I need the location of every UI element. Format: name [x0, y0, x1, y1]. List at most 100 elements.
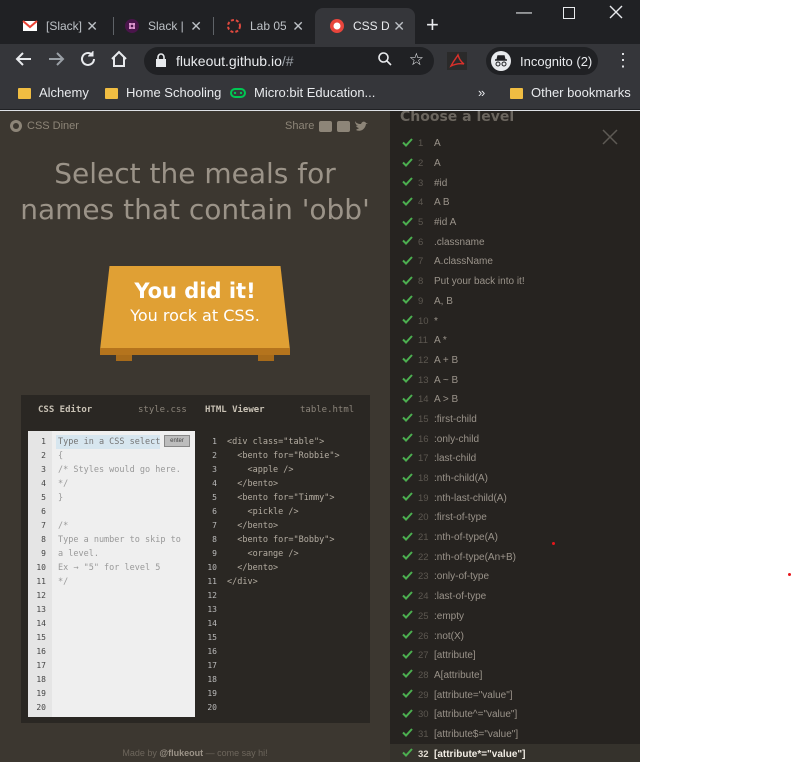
- line-number: 6: [212, 507, 217, 516]
- incognito-profile-button[interactable]: Incognito (2): [486, 47, 598, 75]
- html-code-line[interactable]: <bento for="Bobby">: [223, 533, 368, 547]
- level-item-21[interactable]: 21:nth-of-type(A): [390, 528, 640, 548]
- bookmark-home-schooling[interactable]: Home Schooling: [105, 85, 221, 100]
- html-code-line[interactable]: </bento>: [223, 477, 368, 491]
- checkmark-icon: [402, 650, 414, 662]
- html-code-line[interactable]: <orange />: [223, 547, 368, 561]
- email-icon[interactable]: [319, 120, 333, 132]
- line-number: 7: [41, 521, 46, 530]
- level-item-31[interactable]: 31 [attribute$="value"]: [390, 725, 640, 745]
- level-item-16[interactable]: 16:only-child: [390, 429, 640, 449]
- bookmark-alchemy[interactable]: Alchemy: [18, 85, 89, 100]
- close-icon[interactable]: ✕: [393, 18, 405, 35]
- level-item-7[interactable]: 7 A.className: [390, 252, 640, 272]
- close-icon[interactable]: ✕: [190, 18, 202, 35]
- menu-kebab-icon[interactable]: ⋮: [614, 50, 632, 71]
- level-item-6[interactable]: 6 .classname: [390, 232, 640, 252]
- table-leg: [116, 355, 132, 361]
- line-number: 12: [36, 591, 46, 600]
- logo-text: CSS Diner: [27, 120, 79, 132]
- level-item-5[interactable]: 5 #id A: [390, 213, 640, 233]
- html-pane: <div class="table"> <bento for="Robbie">…: [223, 431, 368, 717]
- level-item-8[interactable]: 8 Put your back into it!: [390, 272, 640, 292]
- level-item-11[interactable]: 11 A *: [390, 331, 640, 351]
- level-item-22[interactable]: 22:nth-of-type(An+B): [390, 547, 640, 567]
- bookmark-microbit[interactable]: Micro:bit Education...: [230, 85, 375, 100]
- cursor-dot: [788, 573, 791, 576]
- minimize-icon[interactable]: —: [516, 4, 532, 22]
- url-text[interactable]: flukeout.github.io/#: [176, 53, 294, 69]
- level-item-15[interactable]: 15:first-child: [390, 410, 640, 430]
- home-icon[interactable]: [110, 50, 128, 73]
- line-number: 17: [36, 661, 46, 670]
- level-item-24[interactable]: 24:last-of-type: [390, 587, 640, 607]
- html-code-line[interactable]: </div>: [223, 575, 368, 589]
- level-number: 5: [418, 217, 424, 229]
- bookmark-star-icon[interactable]: ☆: [409, 50, 424, 70]
- html-code-line[interactable]: </bento>: [223, 519, 368, 533]
- new-tab-plus-icon[interactable]: +: [426, 12, 439, 38]
- level-item-10[interactable]: 10 *: [390, 311, 640, 331]
- level-item-28[interactable]: 28 A[attribute]: [390, 666, 640, 686]
- css-selector-input[interactable]: [56, 435, 160, 449]
- html-code-line[interactable]: <pickle />: [223, 505, 368, 519]
- line-number: 15: [207, 633, 217, 642]
- level-name: [attribute]: [434, 650, 476, 662]
- facebook-icon[interactable]: [337, 120, 351, 132]
- level-item-13[interactable]: 13 A ~ B: [390, 370, 640, 390]
- tab-slack[interactable]: Slack | ✕: [110, 8, 212, 44]
- level-item-18[interactable]: 18:nth-child(A): [390, 469, 640, 489]
- back-arrow-icon[interactable]: [15, 50, 33, 73]
- level-item-4[interactable]: 4 A B: [390, 193, 640, 213]
- level-item-1[interactable]: 1A: [390, 134, 640, 154]
- line-number: 17: [207, 661, 217, 670]
- level-item-14[interactable]: 14 A > B: [390, 390, 640, 410]
- level-item-20[interactable]: 20:first-of-type: [390, 508, 640, 528]
- level-item-3[interactable]: 3 #id: [390, 173, 640, 193]
- html-code-line[interactable]: <bento for="Timmy">: [223, 491, 368, 505]
- css-code-line: a level.: [58, 549, 99, 559]
- level-item-29[interactable]: 29 [attribute="value"]: [390, 685, 640, 705]
- tab-gmail[interactable]: [Slack] ✕: [8, 8, 108, 44]
- checkmark-icon: [402, 551, 414, 563]
- level-list: 1 A 2 A 3 #id 4 A B 5 #id A 6 .classname 7 A.classNam…: [390, 134, 640, 762]
- footer-author-link[interactable]: @flukeout: [159, 748, 203, 758]
- pdf-extension-icon[interactable]: [447, 52, 467, 70]
- close-icon[interactable]: ✕: [292, 18, 304, 35]
- forward-arrow-icon[interactable]: [47, 50, 65, 73]
- html-code-line[interactable]: <apple />: [223, 463, 368, 477]
- css-diner-icon: [329, 18, 345, 34]
- level-item-19[interactable]: 19:nth-last-child(A): [390, 488, 640, 508]
- reload-icon[interactable]: [79, 50, 97, 73]
- tab-lab[interactable]: Lab 05: ✕: [212, 8, 314, 44]
- bookmarks-overflow-icon[interactable]: »: [478, 85, 485, 100]
- window-close-icon[interactable]: [609, 5, 623, 24]
- address-bar[interactable]: flukeout.github.io/# ☆: [144, 47, 434, 75]
- level-item-32[interactable]: 32 [attribute*="value"]: [390, 744, 640, 762]
- instruction-line: names that contain 'obb': [20, 193, 370, 226]
- maximize-icon[interactable]: [563, 6, 575, 24]
- bookmark-other[interactable]: Other bookmarks: [510, 85, 631, 100]
- level-item-30[interactable]: 30 [attribute^="value"]: [390, 705, 640, 725]
- level-item-12[interactable]: 12 A + B: [390, 351, 640, 371]
- html-viewer-title: HTML Viewer: [205, 405, 265, 415]
- html-code-line[interactable]: <div class="table">: [223, 435, 368, 449]
- html-code-line[interactable]: </bento>: [223, 561, 368, 575]
- level-item-27[interactable]: 27 [attribute]: [390, 646, 640, 666]
- twitter-icon[interactable]: [355, 120, 369, 132]
- level-name: :last-child: [434, 453, 477, 465]
- close-icon[interactable]: ✕: [86, 18, 98, 35]
- level-item-23[interactable]: 23:only-of-type: [390, 567, 640, 587]
- level-item-26[interactable]: 26:not(X): [390, 626, 640, 646]
- search-zoom-icon[interactable]: [378, 52, 392, 69]
- html-code-line[interactable]: <bento for="Robbie">: [223, 449, 368, 463]
- enter-button[interactable]: enter: [164, 435, 190, 447]
- line-number: 11: [36, 577, 46, 586]
- css-diner-logo[interactable]: CSS Diner: [10, 120, 79, 132]
- tab-css-diner[interactable]: CSS Dir ✕: [315, 8, 415, 44]
- level-item-25[interactable]: 25:empty: [390, 607, 640, 627]
- level-item-2[interactable]: 2A: [390, 154, 640, 174]
- level-name: A ~ B: [434, 374, 459, 386]
- level-item-17[interactable]: 17:last-child: [390, 449, 640, 469]
- level-item-9[interactable]: 9 A, B: [390, 292, 640, 312]
